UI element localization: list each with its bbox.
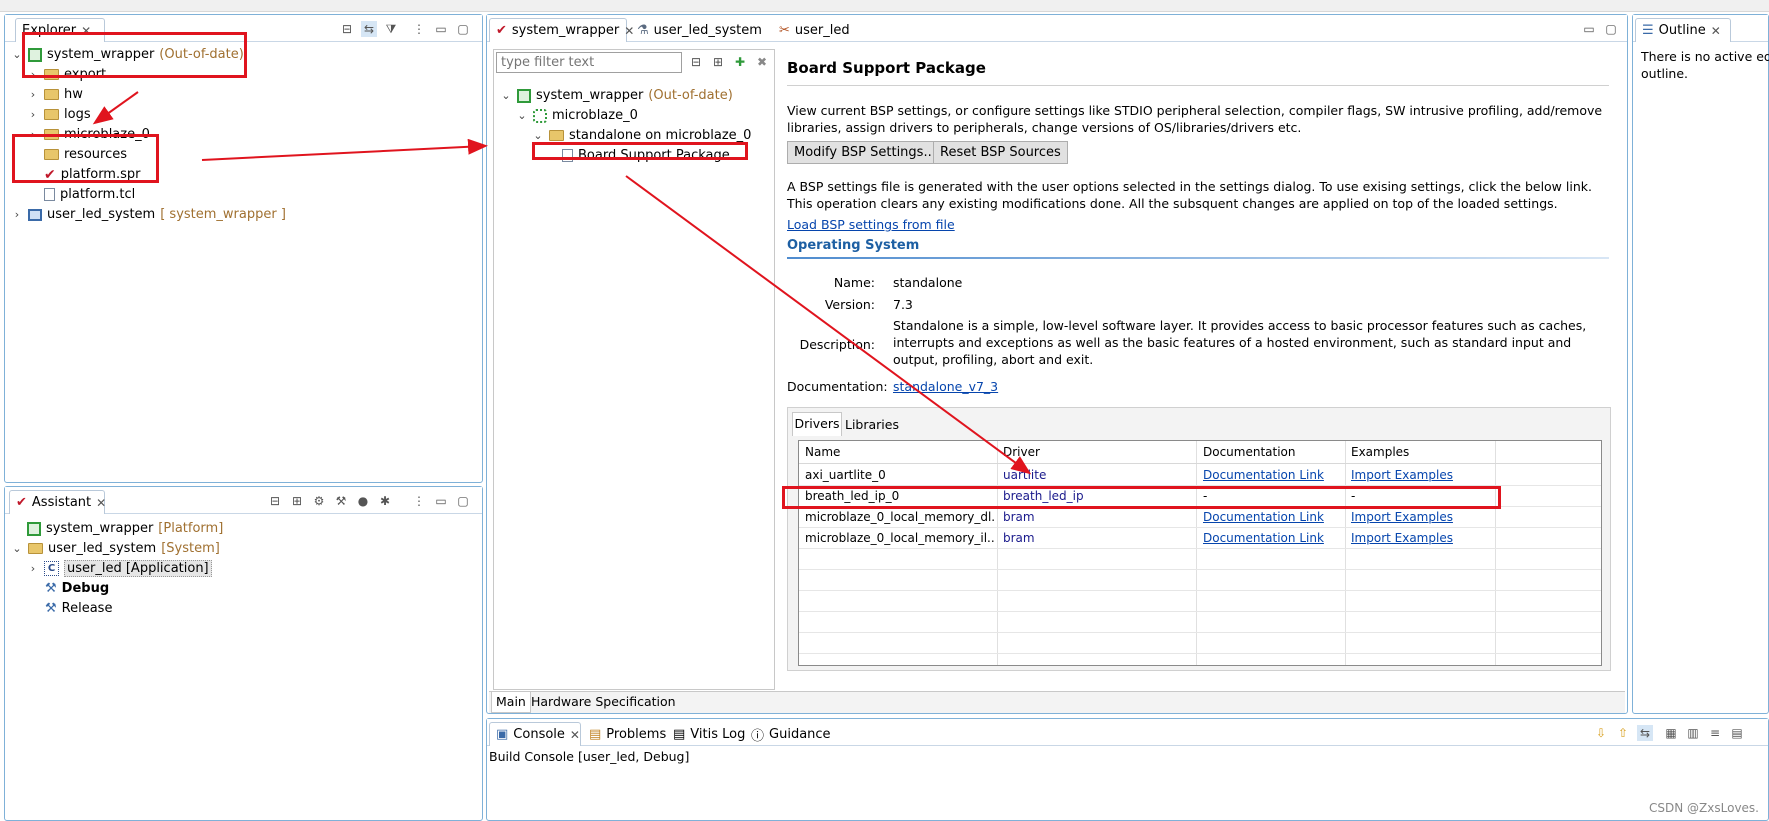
arrow-to-resources <box>92 91 139 125</box>
arrow-to-editor <box>201 138 488 161</box>
watermark: CSDN @ZxsLoves. <box>1649 801 1759 815</box>
annotation-arrows <box>92 91 1032 475</box>
arrow-to-driver <box>625 175 1032 475</box>
